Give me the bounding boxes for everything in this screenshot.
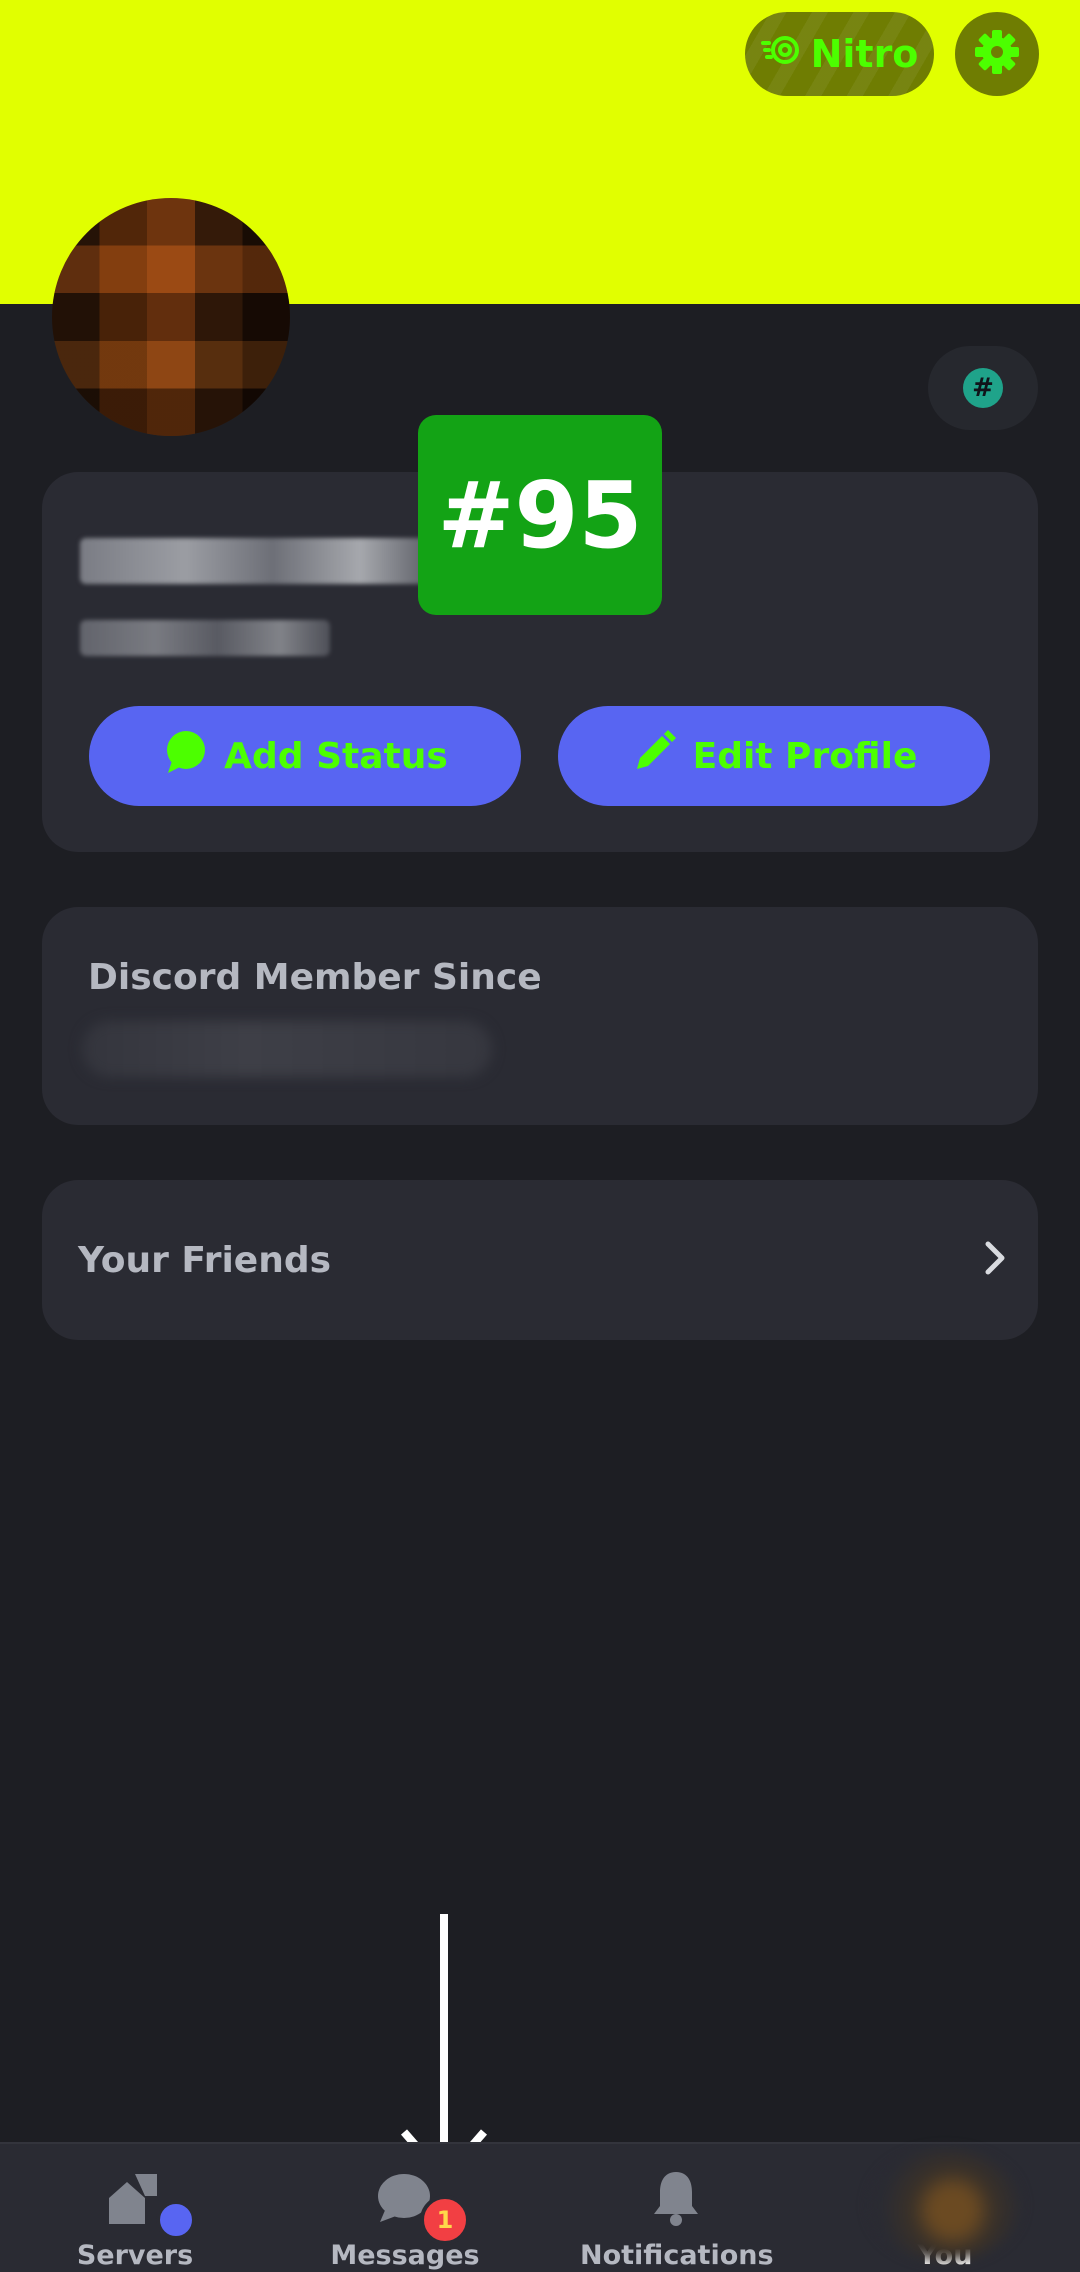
gear-icon [974, 29, 1020, 79]
messages-unread-badge: 1 [420, 2195, 470, 2245]
nitro-icon [760, 32, 801, 76]
add-status-button[interactable]: Add Status [89, 706, 521, 806]
edit-profile-button[interactable]: Edit Profile [558, 706, 990, 806]
pencil-icon [631, 729, 677, 784]
profile-badge[interactable]: # [928, 346, 1038, 430]
profile-avatar[interactable] [52, 198, 290, 436]
username-redacted [80, 620, 330, 656]
avatar[interactable] [870, 2150, 1020, 2260]
display-name-redacted [80, 538, 430, 584]
hash-icon: # [963, 368, 1003, 408]
nav-servers-label: Servers [76, 2240, 194, 2271]
nav-messages-label: Messages [330, 2240, 480, 2271]
member-since-card: Discord Member Since [42, 907, 1038, 1125]
annotation-marker: #95 [418, 415, 662, 615]
edit-profile-label: Edit Profile [692, 735, 918, 777]
server-status-dot [156, 2200, 196, 2240]
nav-notifications[interactable]: Notifications [580, 2144, 774, 2272]
chevron-right-icon [980, 1238, 1010, 1282]
your-friends-row[interactable]: Your Friends [42, 1180, 1038, 1340]
settings-button[interactable] [955, 12, 1039, 96]
nav-notifications-label: Notifications [580, 2240, 774, 2271]
nitro-button[interactable]: Nitro [745, 12, 934, 96]
nitro-label: Nitro [810, 32, 919, 76]
bell-icon [650, 2168, 702, 2232]
speech-bubble-icon [162, 729, 208, 784]
add-status-label: Add Status [224, 735, 448, 777]
member-since-date-redacted [82, 1021, 492, 1077]
your-friends-label: Your Friends [78, 1239, 332, 1281]
member-since-title: Discord Member Since [88, 957, 542, 998]
